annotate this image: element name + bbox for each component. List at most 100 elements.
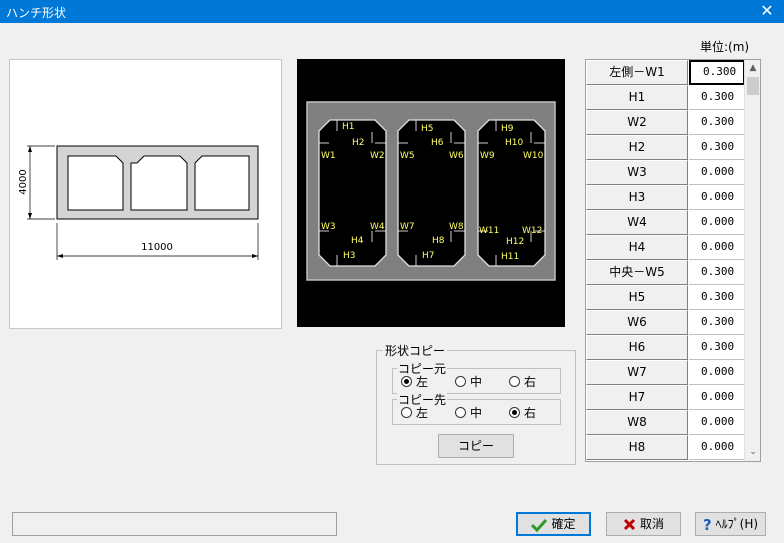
target-right-radio[interactable]: 右 [509,405,536,421]
overview-drawing: 4000 11000 [18,145,259,260]
copy-target-group: コピー先 左 中 右 [392,391,561,425]
label-w10: W10 [523,151,544,161]
row-value-cell[interactable]: 0.000 [689,235,745,260]
close-icon[interactable]: ✕ [750,0,784,23]
row-value-cell[interactable]: 0.300 [689,135,745,160]
radio-dot [509,407,520,418]
table-row: H7 0.000 [586,385,746,410]
label-w5: W5 [400,151,415,161]
row-label: H2 [586,135,688,160]
row-label: W2 [586,110,688,135]
cell-right [194,155,250,211]
row-value-cell[interactable]: 0.000 [689,385,745,410]
cancel-label: 取消 [639,517,664,531]
radio-dot [401,407,412,418]
label-h2: H2 [352,138,365,148]
label-w8: W8 [449,222,464,232]
scroll-down-icon[interactable]: ⌄ [745,444,760,460]
hunch-value-grid: 左側－W1 0.300 H1 0.300 W2 0.300 H2 0.300 W… [585,59,761,462]
label-h7: H7 [422,251,435,261]
target-center-radio[interactable]: 中 [455,405,482,421]
label-w9: W9 [480,151,495,161]
cancel-button[interactable]: 取消 [606,512,681,536]
row-value-cell[interactable]: 0.300 [689,60,745,85]
source-left-radio[interactable]: 左 [401,374,428,390]
table-row: H8 0.000 [586,435,746,460]
shape-copy-group: 形状コピー コピー元 左 中 右 コピー先 左 中 右 コピー [376,342,576,465]
row-value-cell[interactable]: 0.000 [689,410,745,435]
row-label: H7 [586,385,688,410]
label-w3: W3 [321,222,336,232]
table-row: W2 0.300 [586,110,746,135]
cell-left [67,155,124,211]
scroll-up-icon[interactable]: ▲ [745,60,760,76]
table-row: H2 0.300 [586,135,746,160]
row-value-cell[interactable]: 0.300 [689,85,745,110]
label-h5: H5 [421,124,434,134]
row-value-cell[interactable]: 0.300 [689,260,745,285]
row-value-cell[interactable]: 0.300 [689,335,745,360]
title-bar: ハンチ形状 ✕ [0,0,784,23]
row-label: H8 [586,435,688,460]
scroll-thumb[interactable] [747,77,759,95]
table-row: 中央－W5 0.300 [586,260,746,285]
question-icon: ? [702,515,712,534]
row-value-cell[interactable]: 0.300 [689,285,745,310]
ok-button[interactable]: 確定 [516,512,591,536]
unit-label: 単位:(m) [700,40,750,54]
radio-dot [455,376,466,387]
row-value-cell[interactable]: 0.000 [689,435,745,460]
table-row: H3 0.000 [586,185,746,210]
help-label: ﾍﾙﾌﾟ(H) [715,517,759,531]
label-w2: W2 [370,151,385,161]
source-center-radio[interactable]: 中 [455,374,482,390]
table-row: H6 0.300 [586,335,746,360]
row-label: 中央－W5 [586,260,688,285]
row-value-cell[interactable]: 0.000 [689,160,745,185]
label-h12: H12 [506,237,524,247]
row-value-cell[interactable]: 0.300 [689,110,745,135]
label-h4: H4 [351,236,364,246]
row-value-cell[interactable]: 0.000 [689,185,745,210]
label-w4: W4 [370,222,385,232]
x-icon [623,518,636,531]
label-h8: H8 [432,236,445,246]
help-button[interactable]: ? ﾍﾙﾌﾟ(H) [695,512,766,536]
table-row: W4 0.000 [586,210,746,235]
table-row: W7 0.000 [586,360,746,385]
label-w6: W6 [449,151,464,161]
label-h6: H6 [431,138,444,148]
ok-label: 確定 [551,517,576,531]
label-w11: W11 [479,226,499,236]
hunch-detail-panel: H1 W1 H2 W2 W3 H4 W4 H3 H5 W5 H6 W6 W7 H… [297,59,565,327]
label-w12: W12 [522,226,542,236]
table-row: H1 0.300 [586,85,746,110]
row-value-cell[interactable]: 0.000 [689,210,745,235]
cell-center [130,155,188,211]
label-h1: H1 [342,122,355,132]
source-right-radio[interactable]: 右 [509,374,536,390]
table-row: W6 0.300 [586,310,746,335]
status-field [12,512,337,536]
row-label: W7 [586,360,688,385]
label-h10: H10 [505,138,523,148]
row-label: W4 [586,210,688,235]
hunch-detail-drawing: H1 W1 H2 W2 W3 H4 W4 H3 H5 W5 H6 W6 W7 H… [306,101,556,281]
table-row: H5 0.300 [586,285,746,310]
copy-button[interactable]: コピー [438,434,514,458]
row-value-cell[interactable]: 0.300 [689,310,745,335]
label-w1: W1 [321,151,336,161]
overview-drawing-panel: 4000 11000 [9,59,282,329]
label-h3: H3 [343,251,356,261]
table-row: W8 0.000 [586,410,746,435]
radio-dot [455,407,466,418]
row-value-cell[interactable]: 0.000 [689,360,745,385]
target-left-radio[interactable]: 左 [401,405,428,421]
check-icon [531,518,548,532]
row-label: W6 [586,310,688,335]
grid-scrollbar[interactable]: ▲ ⌄ [744,60,760,461]
row-label: W3 [586,160,688,185]
row-label: H1 [586,85,688,110]
label-h11: H11 [501,252,519,262]
label-h9: H9 [501,124,514,134]
